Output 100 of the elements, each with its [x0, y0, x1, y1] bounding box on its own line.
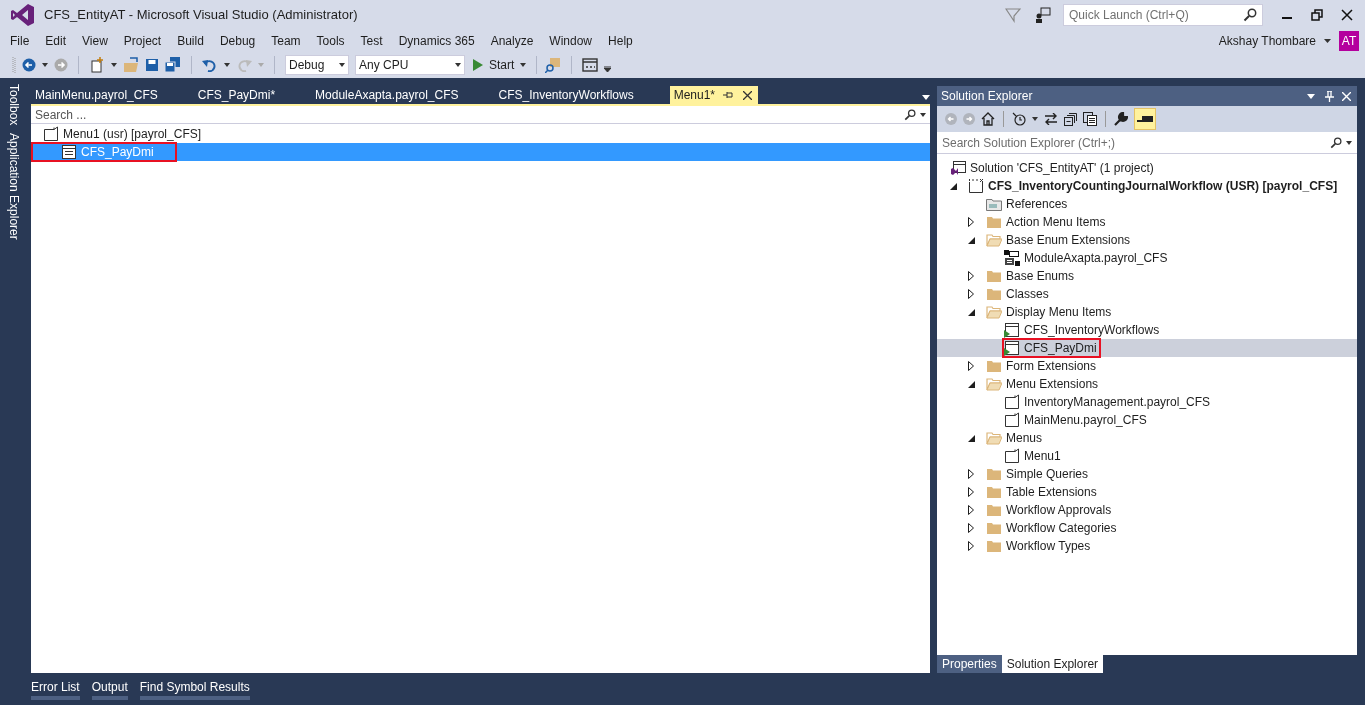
copy-files-icon[interactable] [1083, 112, 1097, 126]
tree-item[interactable]: Table Extensions [985, 483, 1100, 501]
new-item-icon[interactable] [89, 57, 105, 73]
document-tab[interactable]: Menu1* [669, 86, 759, 104]
tree-item[interactable]: Base Enums [985, 267, 1078, 285]
bottom-tab[interactable]: Find Symbol Results [139, 678, 250, 696]
collapsed-arrow-icon[interactable] [968, 487, 974, 497]
feedback-icon[interactable] [1035, 7, 1051, 23]
expanded-arrow-icon[interactable] [968, 434, 975, 442]
menu-item[interactable]: View [74, 32, 116, 50]
tree-item[interactable]: Classes [985, 285, 1052, 303]
collapsed-arrow-icon[interactable] [968, 541, 974, 551]
tree-item[interactable]: Base Enum Extensions [985, 231, 1134, 249]
collapsed-arrow-icon[interactable] [968, 289, 974, 299]
save-all-icon[interactable] [165, 57, 181, 73]
side-tab[interactable]: Toolbox [5, 84, 23, 126]
caret-icon[interactable] [1032, 117, 1038, 121]
user-name[interactable]: Akshay Thombare [1218, 32, 1316, 50]
collapsed-arrow-icon[interactable] [968, 469, 974, 479]
tree-item[interactable]: CFS_InventoryWorkflows [1003, 321, 1163, 339]
find-in-files-icon[interactable] [545, 57, 562, 73]
designer-search-field[interactable]: Search ... [35, 105, 904, 124]
tree-item[interactable]: Menus [985, 429, 1046, 447]
bottom-tab[interactable]: Error List [31, 678, 80, 696]
expanded-arrow-icon[interactable] [968, 236, 975, 244]
tree-item[interactable]: Workflow Categories [985, 519, 1120, 537]
quick-launch-box[interactable]: Quick Launch (Ctrl+Q) [1063, 4, 1263, 26]
expanded-arrow-icon[interactable] [968, 380, 975, 388]
tree-item[interactable]: Display Menu Items [985, 303, 1115, 321]
tree-item[interactable]: Workflow Approvals [985, 501, 1115, 519]
caret-icon[interactable] [1307, 93, 1315, 99]
menu-item[interactable]: Debug [211, 32, 264, 50]
document-tab[interactable]: CFS_PayDmi* [193, 86, 282, 104]
tree-item[interactable]: InventoryManagement.payrol_CFS [1003, 393, 1214, 411]
caret-icon[interactable] [520, 63, 527, 67]
caret-icon[interactable] [111, 63, 117, 67]
menu-item[interactable]: Team [263, 32, 309, 50]
tree-item[interactable]: Menu Extensions [985, 375, 1102, 393]
expanded-arrow-icon[interactable] [950, 182, 957, 190]
caret-icon[interactable] [922, 95, 930, 100]
sync-icon[interactable] [1044, 113, 1058, 125]
collapsed-arrow-icon[interactable] [968, 361, 974, 371]
close-icon[interactable] [743, 90, 753, 100]
tree-item[interactable]: Menu1 [1003, 447, 1064, 465]
home-icon[interactable] [981, 112, 995, 126]
caret-icon[interactable] [224, 63, 230, 67]
solution-search-field[interactable]: Search Solution Explorer (Ctrl+;) [942, 133, 1330, 152]
caret-icon[interactable] [339, 63, 345, 67]
tree-item[interactable]: ModuleAxapta.payrol_CFS [1003, 249, 1171, 267]
side-tab[interactable]: Application Explorer [5, 133, 23, 241]
caret-icon[interactable] [1324, 39, 1331, 43]
back-arrow-icon[interactable] [22, 58, 36, 72]
menu-item[interactable]: Edit [37, 32, 75, 50]
start-button[interactable]: Start [471, 55, 529, 75]
save-icon[interactable] [145, 58, 159, 72]
collapsed-arrow-icon[interactable] [968, 271, 974, 281]
user-avatar[interactable]: AT [1339, 31, 1359, 51]
menu-item[interactable]: Build [169, 32, 212, 50]
expanded-arrow-icon[interactable] [968, 308, 975, 316]
document-tab[interactable]: ModuleAxapta.payrol_CFS [311, 86, 465, 104]
menu-item[interactable]: Project [115, 32, 170, 50]
document-tab[interactable]: CFS_InventoryWorkflows [494, 86, 640, 104]
caret-icon[interactable] [42, 63, 48, 67]
search-icon[interactable] [1243, 8, 1257, 22]
menu-item[interactable]: Help [600, 32, 641, 50]
caret-icon[interactable] [920, 112, 926, 117]
open-folder-icon[interactable] [123, 57, 139, 73]
menu-item[interactable]: Dynamics 365 [390, 32, 483, 50]
search-icon[interactable] [904, 108, 916, 121]
tree-item[interactable]: MainMenu.payrol_CFS [1003, 411, 1150, 429]
menu-item[interactable]: Test [352, 32, 391, 50]
tree-item[interactable]: Menu1 (usr) [payrol_CFS] [43, 125, 205, 143]
toolbar-overflow-icon[interactable] [604, 66, 612, 72]
preview-toggle[interactable] [1134, 108, 1156, 130]
collapse-all-icon[interactable] [1064, 112, 1077, 126]
menu-item[interactable]: Window [541, 32, 601, 50]
wrench-icon[interactable] [1114, 112, 1128, 126]
tree-item[interactable]: Action Menu Items [985, 213, 1109, 231]
history-icon[interactable] [1012, 112, 1026, 126]
tree-item[interactable]: Form Extensions [985, 357, 1100, 375]
collapsed-arrow-icon[interactable] [968, 505, 974, 515]
menu-item[interactable]: Tools [308, 32, 353, 50]
panel-tab[interactable]: Properties [937, 655, 1002, 673]
restore-icon[interactable] [1311, 9, 1323, 21]
menu-item[interactable]: Analyze [482, 32, 542, 50]
tree-item[interactable]: References [985, 195, 1071, 213]
quick-launch-field[interactable]: Quick Launch (Ctrl+Q) [1069, 6, 1243, 24]
tree-item[interactable]: Simple Queries [985, 465, 1092, 483]
undo-icon[interactable] [202, 58, 218, 72]
bottom-tab[interactable]: Output [91, 678, 128, 696]
caret-icon[interactable] [455, 63, 461, 67]
window-layout-icon[interactable] [582, 58, 599, 72]
platform-dropdown[interactable]: Any CPU [355, 55, 465, 75]
tree-item[interactable]: Workflow Types [985, 537, 1094, 555]
collapsed-arrow-icon[interactable] [968, 217, 974, 227]
close-icon[interactable] [1341, 9, 1353, 21]
tree-item[interactable]: CFS_InventoryCountingJournalWorkflow (USR) [payrol_CFS] [967, 177, 1341, 195]
collapsed-arrow-icon[interactable] [968, 523, 974, 533]
search-icon[interactable] [1330, 136, 1342, 149]
tree-item[interactable]: Solution 'CFS_EntityAT' (1 project) [949, 159, 1157, 177]
